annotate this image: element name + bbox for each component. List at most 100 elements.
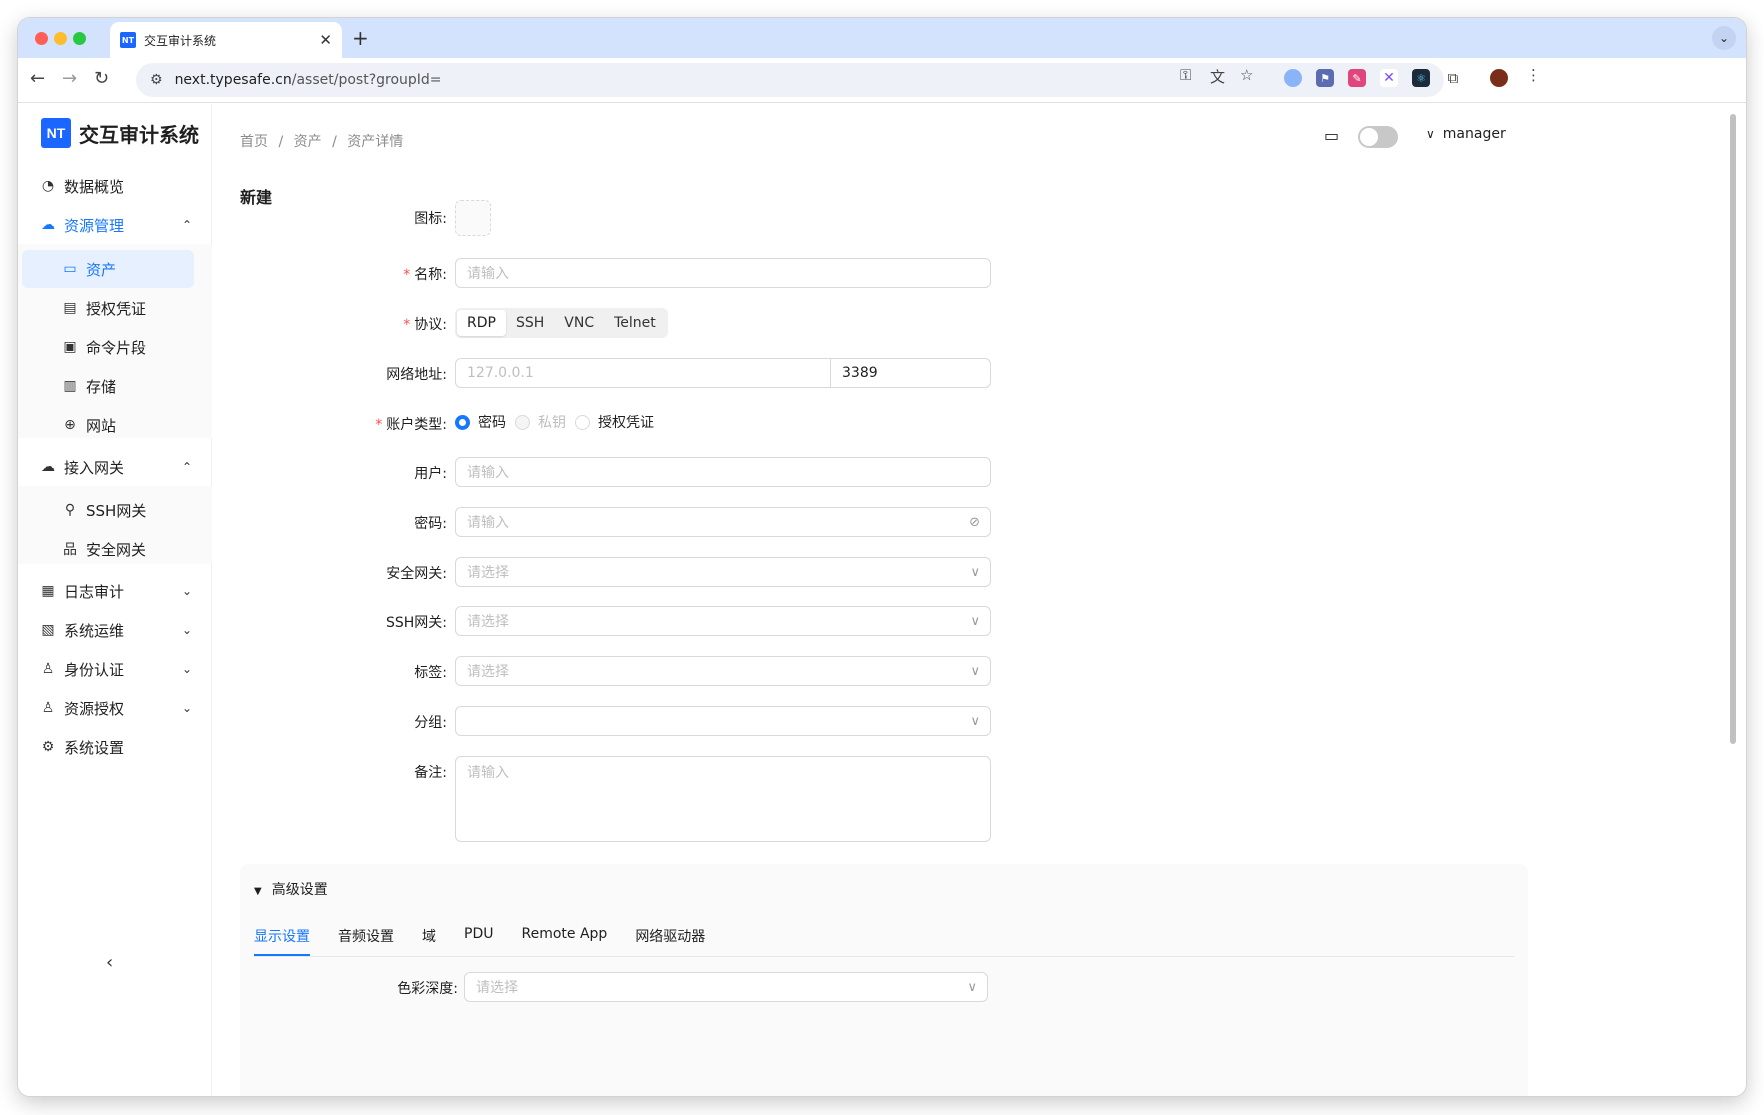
- account-type-label: * 账户类型:: [375, 417, 447, 433]
- sidebar-item-identity[interactable]: ♙ 身份认证 ⌄: [18, 650, 212, 688]
- sidebar-item-credentials[interactable]: ▤ 授权凭证: [18, 289, 212, 327]
- remark-textarea[interactable]: 请输入: [455, 756, 991, 842]
- url-host: next.typesafe.cn: [174, 72, 292, 88]
- color-depth-select[interactable]: 请选择 ∨: [464, 972, 988, 1002]
- chevron-down-icon: ⌄: [181, 662, 192, 676]
- password-input[interactable]: 请输入 ⊘: [455, 507, 991, 537]
- sidebar-item-commands[interactable]: ▣ 命令片段: [18, 328, 212, 366]
- sidebar-item-ssh-gateway[interactable]: ⚲ SSH网关: [18, 491, 212, 529]
- scrollbar[interactable]: [1730, 114, 1736, 744]
- sidebar-item-audit-log[interactable]: ▦ 日志审计 ⌄: [18, 572, 212, 610]
- icon-upload[interactable]: [455, 200, 491, 236]
- tab-display[interactable]: 显示设置: [254, 926, 310, 956]
- bookmark-star-icon[interactable]: ☆: [1240, 66, 1253, 84]
- forward-icon[interactable]: →: [62, 68, 77, 89]
- radio-private-key[interactable]: 私钥: [515, 412, 566, 432]
- tab-search-icon[interactable]: ⌄: [1712, 26, 1736, 50]
- sidebar-item-label: 资产: [86, 260, 117, 279]
- password-key-icon[interactable]: ⚿: [1180, 66, 1191, 84]
- reload-icon[interactable]: ↻: [94, 68, 109, 89]
- app-logo: NT 交互审计系统: [41, 118, 199, 148]
- chevron-down-icon: ∨: [1426, 127, 1435, 141]
- ssh-gateway-select[interactable]: 请选择 ∨: [455, 606, 991, 636]
- icon-label: 图标:: [414, 211, 447, 227]
- radio-credential[interactable]: 授权凭证: [575, 412, 654, 432]
- sidebar-item-websites[interactable]: ⊕ 网站: [18, 406, 212, 444]
- react-devtools-icon[interactable]: ⚛: [1412, 69, 1430, 87]
- laptop-icon[interactable]: ▭: [1324, 126, 1339, 145]
- extension-flag-icon[interactable]: ⚑: [1316, 69, 1334, 87]
- new-tab-icon[interactable]: +: [352, 26, 369, 50]
- radio-password[interactable]: 密码: [455, 412, 506, 432]
- password-label: 密码:: [414, 516, 447, 532]
- name-input[interactable]: 请输入: [455, 258, 991, 288]
- chevron-down-icon: ∨: [970, 564, 980, 580]
- sidebar-item-resources[interactable]: ☁ 资源管理 ⌃: [18, 206, 212, 244]
- browser-menu-icon[interactable]: ⋮: [1526, 66, 1541, 84]
- back-icon[interactable]: ←: [30, 68, 45, 89]
- port-input[interactable]: 3389: [830, 358, 991, 388]
- tab-title: 交互审计系统: [144, 33, 217, 48]
- sidebar-item-authorization[interactable]: ♙ 资源授权 ⌄: [18, 689, 212, 727]
- protocol-rdp[interactable]: RDP: [457, 310, 506, 336]
- tab-domain[interactable]: 域: [422, 926, 436, 956]
- advanced-settings-panel: ▼ 高级设置 显示设置 音频设置 域 PDU Remote App 网络驱动器 色…: [240, 864, 1528, 1096]
- sidebar-item-label: 授权凭证: [86, 299, 147, 318]
- browser-window: NT 交互审计系统 ✕ + ⌄ ← → ↻ ⚙ next.typesafe.cn…: [18, 18, 1746, 1096]
- sidebar-item-assets[interactable]: ▭ 资产: [18, 250, 212, 288]
- tab-network-drive[interactable]: 网络驱动器: [635, 926, 705, 956]
- chevron-up-icon: ⌃: [181, 460, 192, 474]
- eye-invisible-icon[interactable]: ⊘: [969, 515, 980, 530]
- extensions-puzzle-icon[interactable]: ⧉: [1444, 69, 1462, 87]
- ip-input[interactable]: 127.0.0.1: [455, 358, 831, 388]
- user-menu[interactable]: ∨ manager: [1426, 126, 1506, 142]
- breadcrumb-separator: /: [332, 134, 337, 150]
- close-tab-icon[interactable]: ✕: [319, 31, 332, 49]
- translate-icon[interactable]: 文: [1210, 66, 1225, 87]
- user-icon: ♙: [41, 661, 55, 677]
- protocol-ssh[interactable]: SSH: [506, 310, 554, 336]
- breadcrumb: 首页 / 资产 / 资产详情: [240, 131, 409, 151]
- globe-icon: ⊕: [64, 417, 76, 433]
- tags-select[interactable]: 请选择 ∨: [455, 656, 991, 686]
- sidebar-item-label: 身份认证: [64, 660, 125, 679]
- security-gateway-select[interactable]: 请选择 ∨: [455, 557, 991, 587]
- dashboard-icon: ◔: [41, 178, 55, 194]
- breadcrumb-assets[interactable]: 资产: [294, 134, 322, 150]
- protocol-segmented[interactable]: RDP SSH VNC Telnet: [455, 308, 668, 338]
- advanced-settings-header[interactable]: ▼ 高级设置: [254, 879, 328, 899]
- sidebar-item-overview[interactable]: ◔ 数据概览: [18, 167, 212, 205]
- profile-avatar[interactable]: [1490, 69, 1508, 87]
- sidebar-item-ops[interactable]: ▧ 系统运维 ⌄: [18, 611, 212, 649]
- browser-tab[interactable]: NT 交互审计系统 ✕: [110, 22, 342, 58]
- minimize-window-button[interactable]: [54, 32, 67, 45]
- tab-pdu[interactable]: PDU: [464, 926, 493, 956]
- sidebar-item-access-gateway[interactable]: ☁ 接入网关 ⌃: [18, 448, 212, 486]
- protocol-telnet[interactable]: Telnet: [604, 310, 666, 336]
- favicon-icon: NT: [120, 32, 136, 48]
- user-input[interactable]: 请输入: [455, 457, 991, 487]
- tab-audio[interactable]: 音频设置: [338, 926, 394, 956]
- group-select[interactable]: ∨: [455, 706, 991, 736]
- extension-circle-icon[interactable]: [1284, 69, 1302, 87]
- extension-x-icon[interactable]: ✕: [1380, 69, 1398, 87]
- tab-remote-app[interactable]: Remote App: [521, 926, 607, 956]
- sidebar-item-security-gateway[interactable]: 品安全网关: [18, 530, 212, 568]
- maximize-window-button[interactable]: [73, 32, 86, 45]
- site-settings-icon[interactable]: ⚙: [150, 72, 163, 88]
- theme-toggle[interactable]: [1358, 126, 1398, 148]
- sidebar-item-label: SSH网关: [86, 501, 147, 520]
- color-depth-label: 色彩深度:: [397, 981, 458, 997]
- page-title: 新建: [240, 188, 273, 207]
- collapse-sidebar-icon[interactable]: ‹: [106, 952, 113, 973]
- breadcrumb-home[interactable]: 首页: [240, 134, 268, 150]
- cluster-icon: 品: [63, 542, 77, 558]
- sidebar-item-settings[interactable]: ⚙ 系统设置: [18, 728, 212, 766]
- extension-pink-icon[interactable]: ✎: [1348, 69, 1366, 87]
- sidebar-item-label: 安全网关: [86, 540, 147, 559]
- chevron-down-icon: ∨: [970, 613, 980, 629]
- protocol-vnc[interactable]: VNC: [554, 310, 604, 336]
- sidebar-item-storage[interactable]: ▥ 存储: [18, 367, 212, 405]
- close-window-button[interactable]: [35, 32, 48, 45]
- chevron-down-icon: ∨: [970, 713, 980, 729]
